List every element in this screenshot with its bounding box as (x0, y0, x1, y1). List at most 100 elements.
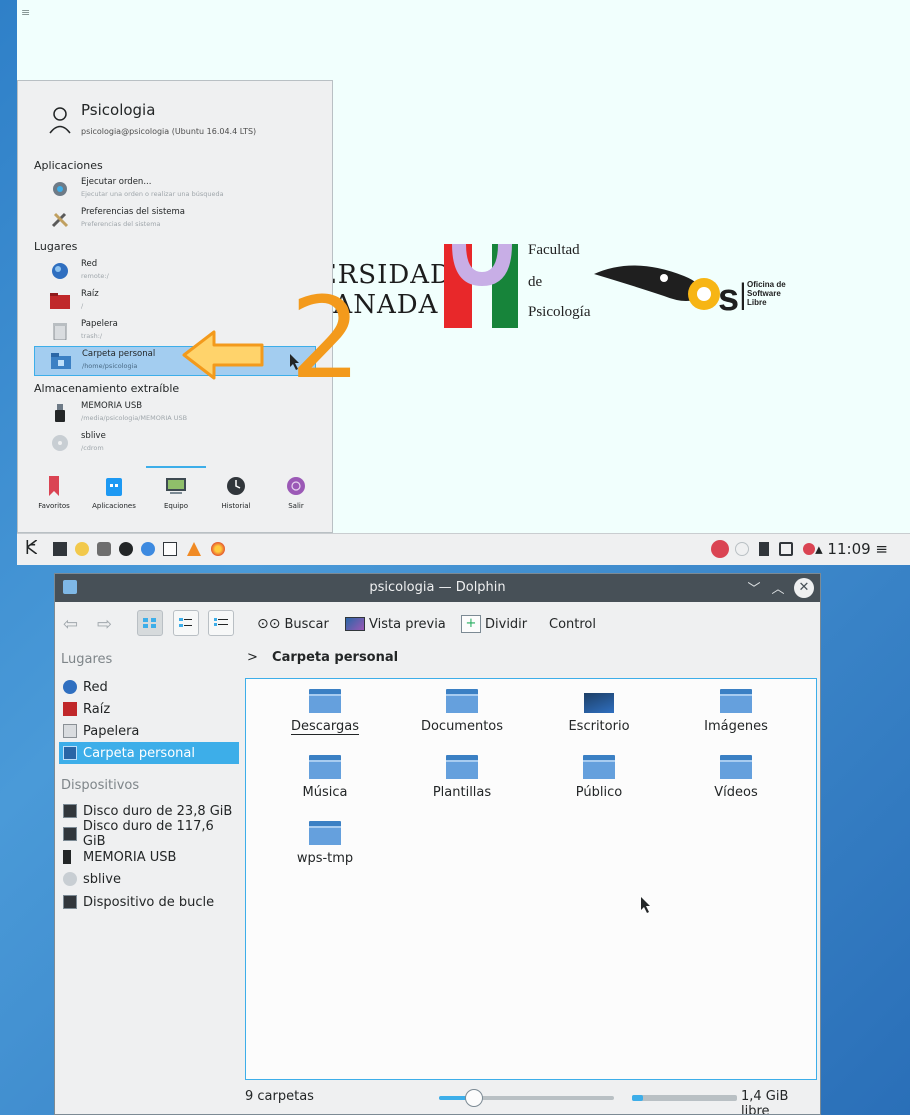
music-folder-icon (309, 755, 341, 779)
desktop-folder-icon (584, 693, 614, 713)
split-button[interactable]: + Dividir (461, 612, 527, 636)
maximize-button[interactable]: ︿ (768, 578, 788, 598)
menu-item-home-folder[interactable]: Carpeta personal /home/psicologia (34, 346, 316, 376)
menu-item-network[interactable]: Red remote:/ (34, 257, 316, 287)
tab-favorites[interactable]: Favoritos (24, 466, 84, 526)
folder-item[interactable]: Plantillas (397, 745, 527, 805)
optical-disc-icon (50, 433, 70, 453)
zoom-slider-handle[interactable] (465, 1089, 483, 1107)
kde-launcher-icon[interactable] (25, 540, 39, 554)
free-space-bar (632, 1095, 737, 1101)
kde-mascot-icon[interactable] (75, 542, 89, 556)
menu-item-run-command[interactable]: Ejecutar orden... Ejecutar una orden o r… (34, 175, 316, 205)
tab-applications[interactable]: Aplicaciones (84, 466, 144, 526)
search-button[interactable]: ⊙⊙ Buscar (257, 612, 329, 636)
toolbar: ⇦ ⇨ ⊙⊙ Buscar Vista previa + Dividir Con… (55, 602, 820, 646)
place-home[interactable]: Carpeta personal (59, 742, 239, 764)
application-launcher-menu: Psicologia psicologia@psicologia (Ubuntu… (17, 80, 333, 533)
launcher-tabs: Favoritos Aplicaciones Equipo Historial … (18, 466, 334, 526)
user-name: Psicologia (81, 101, 156, 119)
folder-item[interactable]: Público (534, 745, 664, 805)
folder-item[interactable]: wps-tmp (260, 811, 390, 871)
menu-item-sblive[interactable]: sblive /cdrom (34, 429, 316, 459)
folder-item[interactable]: Vídeos (671, 745, 801, 805)
videos-folder-icon (720, 755, 752, 779)
place-root[interactable]: Raíz (59, 698, 239, 720)
tab-computer[interactable]: Equipo (146, 466, 206, 526)
loop-device-icon (63, 895, 77, 909)
device-disk-117[interactable]: Disco duro de 117,6 GiB (59, 819, 239, 849)
tab-history[interactable]: Historial (206, 466, 266, 526)
device-usb[interactable]: MEMORIA USB (59, 846, 239, 868)
usb-drive-icon (63, 850, 71, 864)
window-titlebar[interactable]: psicologia — Dolphin ﹀ ︿ ✕ (55, 574, 820, 602)
osl-logo-line2: Software (747, 289, 781, 298)
hard-disk-icon (63, 804, 77, 818)
root-folder-icon (50, 291, 70, 311)
menu-item-trash[interactable]: Papelera trash:/ (34, 317, 316, 347)
psychology-faculty-logo-icon (444, 244, 518, 328)
folder-item[interactable]: Descargas (260, 679, 390, 739)
close-button[interactable]: ✕ (794, 578, 814, 598)
folder-item[interactable]: Música (260, 745, 390, 805)
power-icon[interactable] (711, 540, 729, 558)
breadcrumb-current[interactable]: Carpeta personal (272, 650, 398, 665)
documents-folder-icon (446, 689, 478, 713)
usb-drive-icon (50, 403, 70, 423)
network-status-icon[interactable] (779, 542, 793, 556)
volume-icon[interactable] (803, 543, 815, 555)
hard-disk-icon (63, 827, 77, 841)
network-globe-icon (63, 680, 77, 694)
place-network[interactable]: Red (59, 676, 239, 698)
folder-item[interactable]: Documentos (397, 679, 527, 739)
svg-text:sl: sl (718, 277, 744, 316)
optical-disc-icon (63, 872, 77, 886)
control-menu-button[interactable]: Control (549, 612, 596, 636)
breadcrumb[interactable]: > Carpeta personal (247, 650, 398, 665)
psy-logo-line3: Psicología (528, 304, 591, 320)
trash-icon (50, 321, 70, 341)
folder-item[interactable]: Escritorio (534, 679, 664, 739)
document-icon[interactable] (163, 542, 177, 556)
icons-view-button[interactable] (137, 610, 163, 636)
psy-logo-line2: de (528, 274, 543, 290)
tab-leave[interactable]: Salir (266, 466, 326, 526)
terminal-icon[interactable] (53, 542, 67, 556)
device-sblive[interactable]: sblive (59, 868, 239, 890)
preview-button[interactable]: Vista previa (345, 612, 446, 636)
minimize-button[interactable]: ﹀ (744, 578, 764, 598)
place-trash[interactable]: Papelera (59, 720, 239, 742)
compact-view-button[interactable] (173, 610, 199, 636)
network-globe-icon (50, 261, 70, 281)
preview-image-icon (345, 617, 365, 631)
user-host: psicologia@psicologia (Ubuntu 16.04.4 LT… (81, 127, 257, 136)
compact-view-icon (179, 618, 192, 627)
usb-device-icon[interactable] (759, 542, 769, 556)
home-folder-icon (63, 746, 77, 760)
folder-item[interactable]: Imágenes (671, 679, 801, 739)
user-switch-icon[interactable] (735, 542, 749, 556)
firefox-icon[interactable] (211, 542, 225, 556)
section-places: Lugares (34, 240, 78, 253)
gimp-icon[interactable] (97, 542, 111, 556)
details-view-button[interactable] (208, 610, 234, 636)
annotation-arrow-icon (182, 330, 264, 380)
menu-item-usb[interactable]: MEMORIA USB /media/psicologia/MEMORIA US… (34, 399, 316, 429)
device-loop[interactable]: Dispositivo de bucle (59, 891, 239, 913)
inkscape-icon[interactable] (119, 542, 133, 556)
vlc-icon[interactable] (187, 542, 201, 556)
forward-button[interactable]: ⇨ (97, 612, 112, 636)
folder-icon (309, 689, 341, 713)
back-button[interactable]: ⇦ (63, 612, 78, 636)
hamburger-icon[interactable]: ≡ (21, 6, 30, 19)
menu-item-system-settings[interactable]: Preferencias del sistema Preferencias de… (34, 205, 316, 235)
zoom-slider[interactable] (439, 1089, 614, 1107)
section-removable: Almacenamiento extraíble (34, 382, 180, 395)
templates-folder-icon (446, 755, 478, 779)
chromium-icon[interactable] (141, 542, 155, 556)
panel-clock[interactable]: ▴ 11:09 ≡ (815, 540, 888, 558)
binoculars-icon: ⊙⊙ (257, 616, 281, 632)
taskbar-panel: ▴ 11:09 ≡ (17, 533, 910, 565)
file-view[interactable]: Descargas Documentos Escritorio Imágenes… (245, 678, 817, 1080)
menu-item-root[interactable]: Raíz / (34, 287, 316, 317)
